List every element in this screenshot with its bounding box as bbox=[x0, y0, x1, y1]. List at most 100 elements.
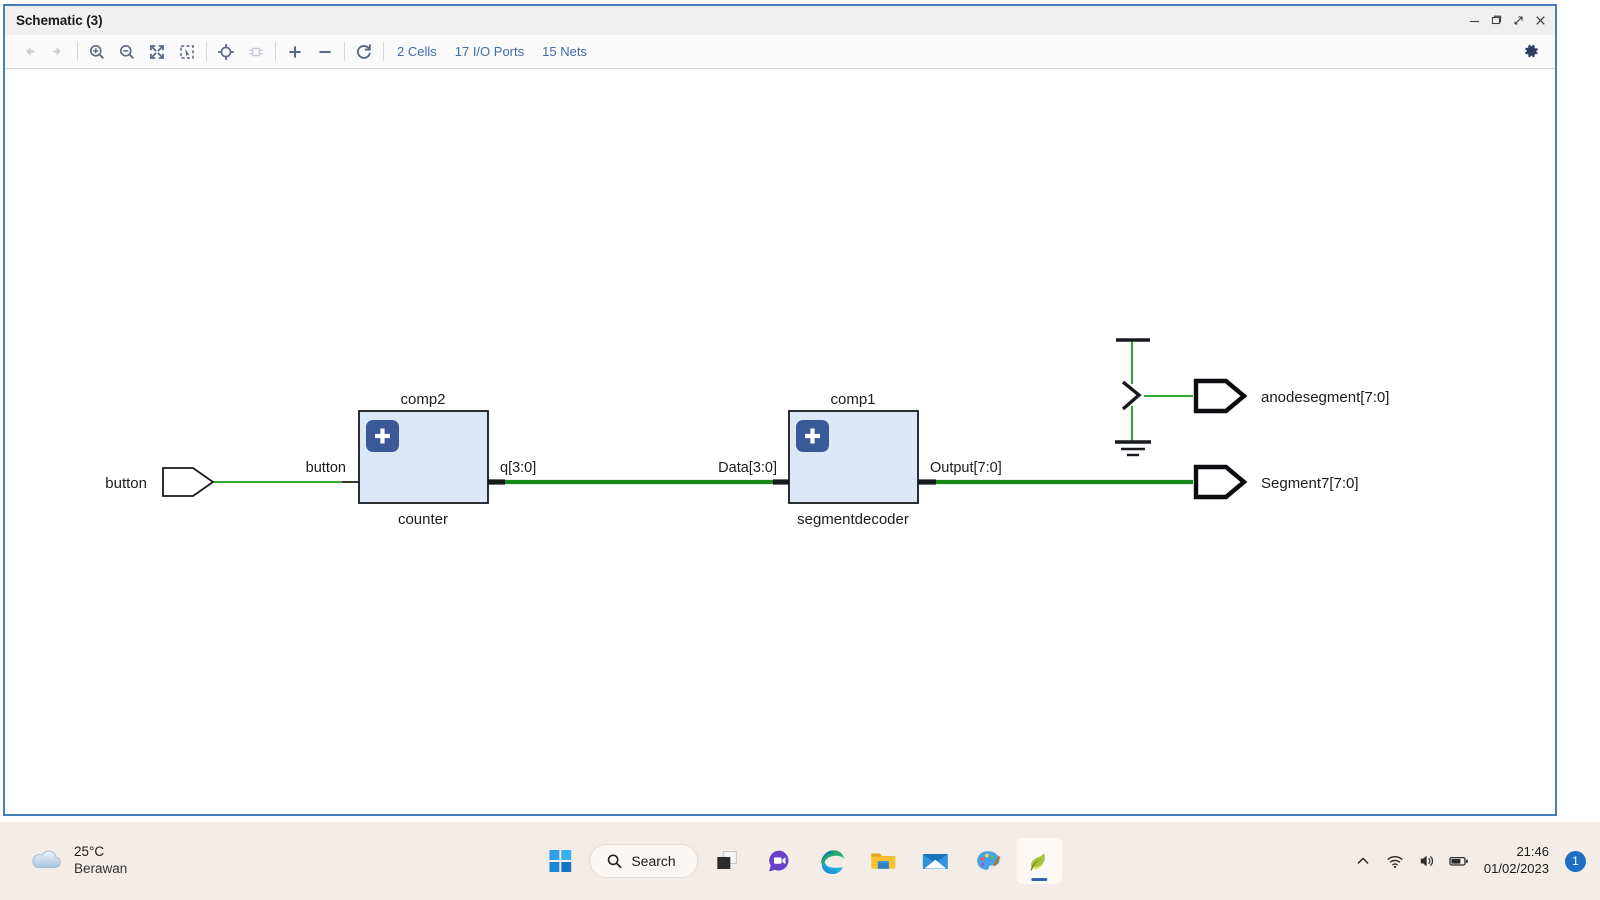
weather-condition: Berawan bbox=[74, 861, 128, 876]
running-indicator bbox=[1031, 878, 1048, 881]
battery-icon bbox=[1449, 856, 1468, 866]
zoom-fit-icon bbox=[150, 44, 164, 59]
float-button[interactable] bbox=[1507, 9, 1529, 33]
settings-button[interactable] bbox=[1517, 38, 1545, 66]
chat-button[interactable] bbox=[757, 838, 803, 884]
toolbar-divider bbox=[77, 42, 78, 61]
file-explorer-button[interactable] bbox=[861, 838, 907, 884]
output-port-anodesegment[interactable]: anodesegment[7:0] bbox=[1193, 378, 1389, 414]
toolbar-divider bbox=[275, 42, 276, 61]
input-port-shape bbox=[162, 467, 215, 497]
chip-icon bbox=[248, 47, 264, 56]
clock-time: 21:46 bbox=[1516, 844, 1549, 860]
search-icon bbox=[607, 854, 622, 869]
search-button[interactable]: Search bbox=[589, 844, 699, 878]
locate-button[interactable] bbox=[211, 38, 241, 66]
nets-count[interactable]: 15 Nets bbox=[533, 44, 596, 59]
toolbar-divider bbox=[206, 42, 207, 61]
expand-button[interactable] bbox=[280, 38, 310, 66]
forward-icon bbox=[52, 47, 61, 56]
window-controls bbox=[1463, 9, 1551, 33]
cell-comp1-expand-badge[interactable] bbox=[796, 420, 829, 452]
toolbar-divider bbox=[344, 42, 345, 61]
minimize-icon bbox=[1469, 20, 1479, 23]
edge-button[interactable] bbox=[809, 838, 855, 884]
taskbar-center-group: Search bbox=[537, 838, 1063, 884]
float-icon bbox=[1513, 16, 1523, 25]
battery-button[interactable] bbox=[1444, 843, 1474, 879]
refresh-button[interactable] bbox=[349, 38, 379, 66]
folder-icon bbox=[871, 853, 896, 869]
back-icon bbox=[25, 47, 34, 56]
schematic-drawing: button comp2 counter button q[3:0] comp1 bbox=[105, 338, 1389, 528]
output-port-shape bbox=[1193, 378, 1248, 414]
task-view-icon bbox=[717, 851, 738, 869]
output-port-segment7[interactable]: Segment7[7:0] bbox=[1193, 464, 1359, 500]
title-bar: Schematic (3) bbox=[5, 6, 1555, 35]
zoom-in-icon bbox=[90, 44, 104, 59]
paint-palette-icon bbox=[977, 850, 1001, 870]
zoom-out-icon bbox=[120, 44, 134, 59]
input-port-button[interactable]: button bbox=[105, 467, 215, 497]
cell-comp1-type-label: segmentdecoder bbox=[797, 511, 909, 528]
page-title: Schematic (3) bbox=[16, 13, 103, 28]
collapse-button[interactable] bbox=[310, 38, 340, 66]
task-view-button[interactable] bbox=[705, 838, 751, 884]
paint-button[interactable] bbox=[965, 838, 1011, 884]
weather-temperature: 25°C bbox=[74, 844, 105, 860]
forward-button[interactable] bbox=[43, 38, 73, 66]
wifi-button[interactable] bbox=[1380, 843, 1410, 879]
close-button[interactable] bbox=[1529, 9, 1551, 33]
cell-comp1-instance-label: comp1 bbox=[830, 391, 875, 408]
zoom-area-icon bbox=[180, 44, 194, 59]
chevron-up-icon bbox=[1357, 857, 1369, 864]
zoom-in-button[interactable] bbox=[82, 38, 112, 66]
gnd-icon bbox=[1115, 440, 1151, 457]
notification-badge[interactable]: 1 bbox=[1565, 850, 1586, 872]
cloud-icon bbox=[32, 850, 61, 868]
schematic-canvas[interactable]: button comp2 counter button q[3:0] comp1 bbox=[5, 69, 1555, 814]
cell-comp2[interactable]: comp2 counter button q[3:0] bbox=[306, 391, 537, 528]
refresh-icon bbox=[357, 43, 371, 59]
chat-icon bbox=[769, 850, 789, 872]
collapse-icon bbox=[319, 50, 331, 53]
output-port-label-segment7: Segment7[7:0] bbox=[1261, 475, 1359, 492]
output-port-label-anodesegment: anodesegment[7:0] bbox=[1261, 389, 1389, 406]
maximize-icon bbox=[1491, 15, 1501, 25]
pin-label-comp1-output: Output[7:0] bbox=[930, 460, 1002, 476]
pin-label-comp2-button: button bbox=[306, 460, 346, 476]
power-ground-tie-symbol[interactable] bbox=[1115, 338, 1151, 457]
chip-button[interactable] bbox=[241, 38, 271, 66]
toolbar-divider bbox=[383, 42, 384, 61]
maximize-button[interactable] bbox=[1485, 9, 1507, 33]
input-port-label: button bbox=[105, 475, 147, 492]
clock-date: 01/02/2023 bbox=[1483, 861, 1549, 876]
output-port-shape bbox=[1193, 464, 1248, 500]
schematic-window: Schematic (3) 2 Cells 17 I/O Ports 15 Ne… bbox=[3, 4, 1557, 816]
weather-widget[interactable]: 25°C Berawan bbox=[20, 840, 135, 882]
cell-comp2-instance-label: comp2 bbox=[400, 391, 445, 408]
mail-button[interactable] bbox=[913, 838, 959, 884]
tie-buffer-icon bbox=[1121, 380, 1142, 411]
gear-icon bbox=[1524, 44, 1538, 58]
cells-count[interactable]: 2 Cells bbox=[388, 44, 446, 59]
vivado-icon bbox=[1030, 852, 1045, 871]
io-ports-count[interactable]: 17 I/O Ports bbox=[446, 44, 533, 59]
cell-comp1[interactable]: comp1 segmentdecoder Data[3:0] Output[7:… bbox=[718, 391, 1002, 528]
back-button[interactable] bbox=[13, 38, 43, 66]
zoom-out-button[interactable] bbox=[112, 38, 142, 66]
show-hidden-icons-button[interactable] bbox=[1348, 843, 1378, 879]
cell-comp2-type-label: counter bbox=[398, 511, 448, 528]
zoom-fit-button[interactable] bbox=[142, 38, 172, 66]
taskbar: 25°C Berawan Search 21:46 01/02/2023 1 bbox=[0, 822, 1600, 900]
system-tray: 21:46 01/02/2023 1 bbox=[1348, 843, 1600, 879]
clock[interactable]: 21:46 01/02/2023 bbox=[1476, 844, 1559, 877]
vivado-button[interactable] bbox=[1016, 838, 1063, 884]
pin-label-comp1-data: Data[3:0] bbox=[718, 460, 777, 476]
windows-logo-icon bbox=[549, 850, 572, 872]
cell-comp2-expand-badge[interactable] bbox=[366, 420, 399, 452]
start-button[interactable] bbox=[537, 838, 583, 884]
volume-button[interactable] bbox=[1412, 843, 1442, 879]
minimize-button[interactable] bbox=[1463, 9, 1485, 33]
zoom-area-button[interactable] bbox=[172, 38, 202, 66]
